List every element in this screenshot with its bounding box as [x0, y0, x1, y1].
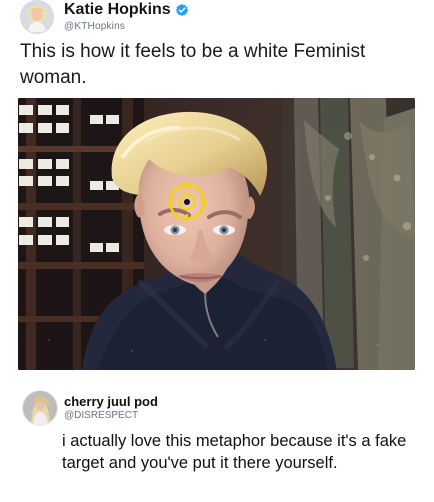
- tweet-text: This is how it feels to be a white Femin…: [20, 41, 366, 88]
- author-line: Katie Hopkins: [64, 2, 189, 18]
- tweet-photo[interactable]: [18, 98, 415, 370]
- tweet-header: Katie Hopkins @KTHopkins: [20, 0, 189, 34]
- reply-handle[interactable]: @DISRESPECT: [64, 411, 158, 421]
- author-handle[interactable]: @KTHopkins: [64, 22, 189, 32]
- tweet-author: Katie Hopkins @KTHopkins: [64, 2, 189, 32]
- profile-avatar-icon[interactable]: [20, 0, 54, 34]
- reply-author: cherry juul pod @DISRESPECT: [64, 395, 158, 421]
- reply-post: cherry juul pod @DISRESPECT i actually l…: [0, 382, 434, 502]
- reply-profile-avatar-icon[interactable]: [22, 390, 58, 426]
- reply-text: i actually love this metaphor because it…: [62, 432, 407, 472]
- meme-post: Katie Hopkins @KTHopkins This is how it …: [0, 0, 434, 502]
- verified-badge-icon: [175, 3, 189, 17]
- reply-display-name[interactable]: cherry juul pod: [64, 395, 158, 408]
- author-display-name[interactable]: Katie Hopkins: [64, 2, 171, 18]
